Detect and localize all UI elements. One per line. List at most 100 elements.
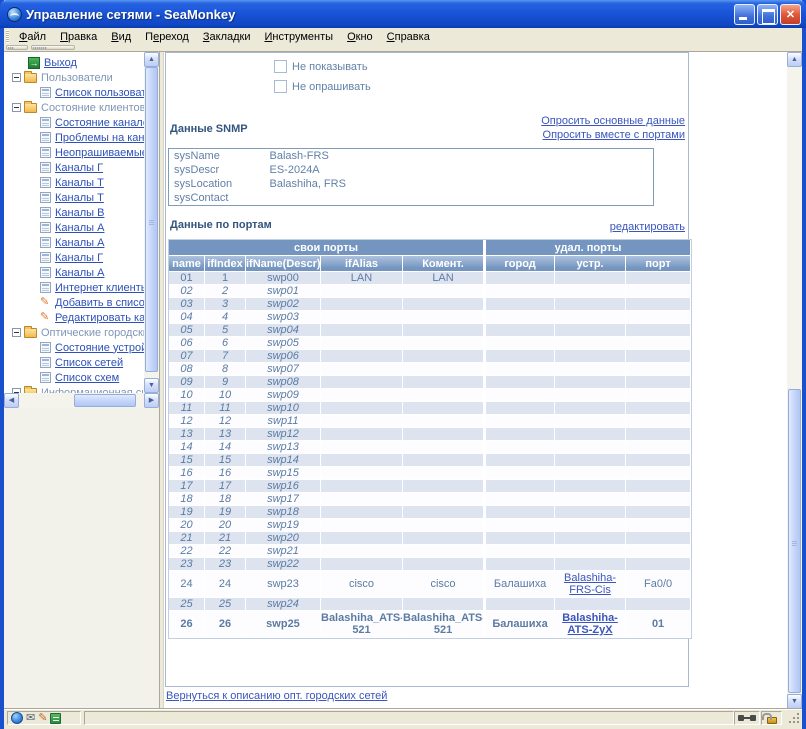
tree-link[interactable]: Каналы Г bbox=[55, 252, 103, 264]
down-arrow-icon[interactable]: ▼ bbox=[144, 378, 159, 393]
maximize-button[interactable] bbox=[757, 4, 778, 25]
port-cell bbox=[555, 363, 626, 376]
menu-файл[interactable]: Файл bbox=[12, 29, 53, 45]
port-cell: 01 bbox=[169, 272, 205, 285]
tree-link[interactable]: Список пользовате bbox=[55, 87, 144, 99]
port-cell bbox=[626, 441, 691, 454]
port-cell: swp19 bbox=[246, 519, 321, 532]
poll-basic-data-link[interactable]: Опросить основные данные bbox=[541, 115, 685, 127]
list-icon bbox=[40, 207, 51, 218]
menu-закладки[interactable]: Закладки bbox=[196, 29, 258, 45]
hide-checkbox-label: Не показывать bbox=[292, 61, 368, 73]
no-poll-checkbox[interactable] bbox=[274, 80, 287, 93]
port-cell bbox=[555, 441, 626, 454]
menu-инструменты[interactable]: Инструменты bbox=[257, 29, 340, 45]
poll-with-ports-link[interactable]: Опросить вместе с портами bbox=[543, 129, 685, 141]
content-scrollbar-thumb[interactable] bbox=[788, 389, 801, 693]
port-cell bbox=[321, 545, 403, 558]
sidebar-vertical-scrollbar[interactable]: ▲ ▼ bbox=[144, 52, 159, 393]
device-link[interactable]: Balashiha-FRS-Cis bbox=[564, 572, 616, 596]
tree-link[interactable]: Каналы А bbox=[55, 222, 104, 234]
tree-link[interactable]: Состояние устройст bbox=[55, 342, 144, 354]
minimize-button[interactable] bbox=[734, 4, 755, 25]
mail-icon[interactable] bbox=[26, 713, 35, 724]
edit-ports-link[interactable]: редактировать bbox=[610, 221, 685, 233]
folder-label[interactable]: Пользователи bbox=[41, 72, 113, 84]
ports-table: свои портыудал. портыnameifIndexifName(D… bbox=[168, 239, 692, 639]
up-arrow-icon[interactable]: ▲ bbox=[787, 52, 802, 67]
tree-link[interactable]: Редактировать кана bbox=[55, 312, 144, 324]
tree-link[interactable]: Каналы В bbox=[55, 207, 104, 219]
port-cell bbox=[486, 363, 555, 376]
online-plug-icon[interactable] bbox=[738, 714, 756, 722]
right-arrow-icon[interactable]: ▶ bbox=[144, 393, 159, 408]
port-cell: swp10 bbox=[246, 402, 321, 415]
port-cell: 3 bbox=[205, 298, 246, 311]
tree-link[interactable]: Состояние каналов bbox=[55, 117, 144, 129]
close-button[interactable]: ✕ bbox=[780, 4, 801, 25]
resize-grip[interactable] bbox=[788, 712, 801, 725]
port-cell: 14 bbox=[169, 441, 205, 454]
hide-checkbox[interactable] bbox=[274, 60, 287, 73]
toolbar-grippy-2[interactable]: ▸▸▸▸▸▸▸ bbox=[31, 45, 75, 50]
menu-правка[interactable]: Правка bbox=[53, 29, 104, 45]
list-icon bbox=[40, 342, 51, 353]
port-row: 2525swp24 bbox=[169, 598, 691, 611]
folder-label[interactable]: Состояние клиентов bbox=[41, 102, 144, 114]
collapse-minus-icon[interactable] bbox=[12, 328, 21, 337]
menu-вид[interactable]: Вид bbox=[104, 29, 138, 45]
sidebar-hscrollbar-thumb[interactable] bbox=[74, 394, 136, 407]
port-cell bbox=[486, 298, 555, 311]
port-cell: 21 bbox=[205, 532, 246, 545]
up-arrow-icon[interactable]: ▲ bbox=[144, 52, 159, 67]
tree-link[interactable]: Каналы Т bbox=[55, 192, 104, 204]
main-area: Выход Пользователи Список пользовате Состоя… bbox=[4, 51, 802, 708]
composer-icon[interactable] bbox=[38, 713, 47, 724]
left-arrow-icon[interactable]: ◀ bbox=[4, 393, 19, 408]
snmp-field-value: Balash-FRS bbox=[265, 149, 654, 163]
content-vertical-scrollbar[interactable]: ▲ ▼ bbox=[787, 52, 802, 709]
tree-link[interactable]: Каналы Г bbox=[55, 162, 103, 174]
port-cell: 4 bbox=[205, 311, 246, 324]
port-cell bbox=[486, 337, 555, 350]
port-cell: 04 bbox=[169, 311, 205, 324]
port-cell bbox=[626, 363, 691, 376]
port-cell bbox=[403, 480, 486, 493]
menu-окно[interactable]: Окно bbox=[340, 29, 380, 45]
sidebar-scrollbar-thumb[interactable] bbox=[145, 67, 158, 372]
menu-переход[interactable]: Переход bbox=[138, 29, 196, 45]
port-cell bbox=[403, 467, 486, 480]
back-to-networks-link[interactable]: Вернуться к описанию опт. городских сете… bbox=[166, 690, 387, 702]
tree-link[interactable]: Список сетей bbox=[55, 357, 123, 369]
port-cell bbox=[626, 545, 691, 558]
port-cell: 26 bbox=[169, 611, 205, 638]
toolbar-grippy-1[interactable]: ▸▸▸ bbox=[6, 45, 28, 50]
sidebar-horizontal-scrollbar[interactable]: ◀ ▶ bbox=[4, 393, 159, 408]
port-cell bbox=[403, 285, 486, 298]
ports-column-header: ifAlias bbox=[321, 256, 403, 272]
security-lock-icon[interactable] bbox=[767, 717, 777, 724]
address-book-icon[interactable] bbox=[50, 713, 61, 724]
down-arrow-icon[interactable]: ▼ bbox=[787, 694, 802, 709]
tree-link[interactable]: Каналы Т bbox=[55, 177, 104, 189]
collapse-minus-icon[interactable] bbox=[12, 103, 21, 112]
sidebar-item: Неопрашиваемые к bbox=[4, 145, 144, 160]
tree-link[interactable]: Список схем bbox=[55, 372, 119, 384]
tree-link[interactable]: Каналы А bbox=[55, 267, 104, 279]
tree-link[interactable]: Неопрашиваемые к bbox=[55, 147, 144, 159]
tree-link[interactable]: Выход bbox=[44, 57, 77, 69]
tree-link[interactable]: Проблемы на канал bbox=[55, 132, 144, 144]
tree-link[interactable]: Добавить в список к bbox=[55, 297, 144, 309]
navigator-icon[interactable] bbox=[11, 712, 23, 724]
tree-link[interactable]: Каналы А bbox=[55, 237, 104, 249]
folder-label[interactable]: Оптические городские bbox=[41, 327, 144, 339]
menu-справка[interactable]: Справка bbox=[380, 29, 437, 45]
menu-grippy[interactable] bbox=[6, 30, 9, 43]
folder-icon bbox=[24, 328, 37, 338]
list-icon bbox=[40, 162, 51, 173]
device-link[interactable]: Balashiha-ATS-ZyX bbox=[562, 612, 618, 636]
tree-link[interactable]: Интернет клиенты bbox=[55, 282, 144, 294]
port-row: 055swp04 bbox=[169, 324, 691, 337]
port-cell bbox=[321, 467, 403, 480]
collapse-minus-icon[interactable] bbox=[12, 73, 21, 82]
